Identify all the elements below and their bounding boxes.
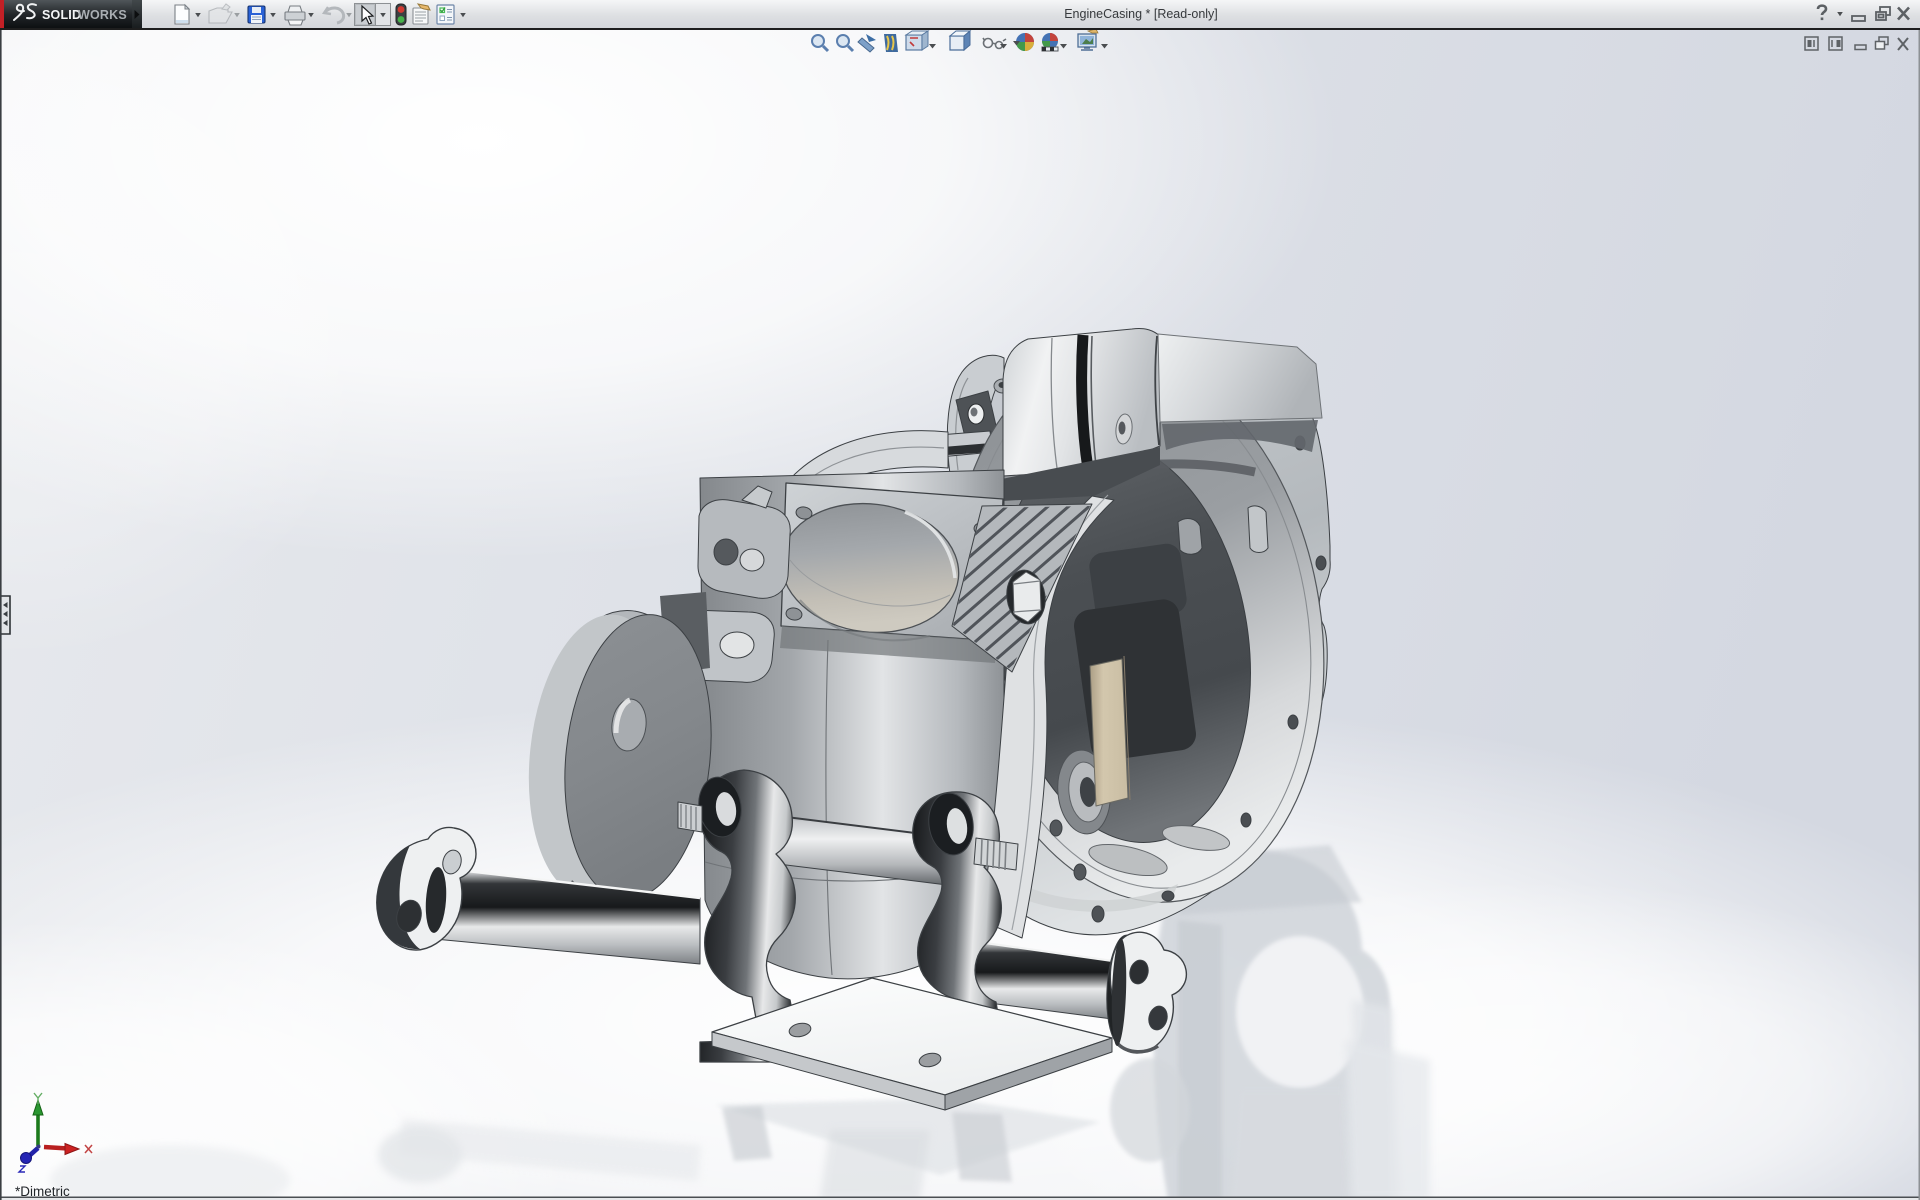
svg-text:SOLID: SOLID: [42, 8, 81, 22]
svg-text:WORKS: WORKS: [78, 8, 127, 22]
